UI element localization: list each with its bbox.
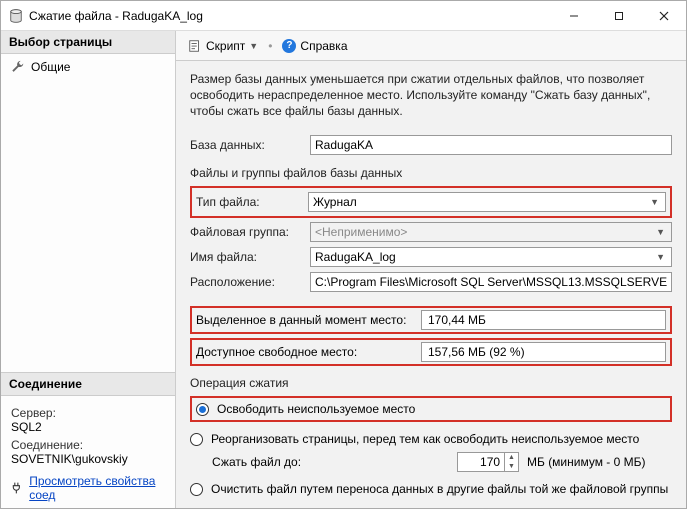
shrink-to-row: Сжать файл до: ▲▼ МБ (минимум - 0 МБ) (212, 450, 672, 478)
filename-select[interactable]: RadugaKA_log ▼ (310, 247, 672, 267)
pages-header: Выбор страницы (1, 31, 175, 54)
close-button[interactable] (641, 1, 686, 30)
script-label: Скрипт (206, 39, 245, 53)
shrink-to-input[interactable] (458, 453, 504, 471)
allocated-row: Выделенное в данный момент место: 170,44… (190, 306, 672, 334)
help-label: Справка (300, 39, 347, 53)
option-reorg-label: Реорганизовать страницы, перед тем как о… (211, 432, 672, 446)
file-type-value: Журнал (313, 195, 357, 209)
file-type-highlight: Тип файла: Журнал ▼ (190, 186, 672, 218)
title-bar: Сжатие файла - RadugaKA_log (1, 1, 686, 31)
files-section-label: Файлы и группы файлов базы данных (190, 166, 672, 180)
shrink-to-label: Сжать файл до: (212, 455, 301, 469)
plug-icon (11, 481, 23, 495)
file-type-select[interactable]: Журнал ▼ (308, 192, 666, 212)
connection-value: SOVETNIK\gukovskiy (11, 452, 165, 466)
database-icon (9, 9, 23, 23)
maximize-button[interactable] (596, 1, 641, 30)
pages-list: Общие (1, 54, 175, 372)
chevron-down-icon: ▼ (652, 252, 669, 262)
available-row: Доступное свободное место: 157,56 МБ (92… (190, 338, 672, 366)
server-label: Сервер: (11, 406, 165, 420)
toolbar: Скрипт ▼ • ? Справка (176, 31, 686, 61)
minimize-button[interactable] (551, 1, 596, 30)
filename-label: Имя файла: (190, 250, 310, 264)
shrink-to-suffix: МБ (минимум - 0 МБ) (527, 455, 646, 469)
left-panel: Выбор страницы Общие Соединение Сервер: … (1, 31, 176, 508)
window-controls (551, 1, 686, 30)
location-label: Расположение: (190, 275, 310, 289)
filename-value: RadugaKA_log (315, 250, 396, 264)
help-button[interactable]: ? Справка (278, 37, 351, 55)
view-connection-link[interactable]: Просмотреть свойства соед (29, 474, 165, 502)
radio-empty[interactable] (190, 483, 203, 496)
option-empty-label: Очистить файл путем переноса данных в др… (211, 482, 672, 496)
separator: • (268, 39, 272, 53)
spinner-buttons[interactable]: ▲▼ (504, 453, 518, 471)
option-release-label: Освободить неиспользуемое место (217, 402, 666, 416)
shrink-to-spinner[interactable]: ▲▼ (457, 452, 519, 472)
location-field[interactable] (310, 272, 672, 292)
connection-header: Соединение (1, 372, 175, 396)
page-general-label: Общие (31, 60, 70, 74)
chevron-down-icon: ▼ (249, 41, 258, 51)
radio-release[interactable] (196, 403, 209, 416)
option-empty-row[interactable]: Очистить файл путем переноса данных в др… (190, 478, 672, 500)
available-value: 157,56 МБ (92 %) (421, 342, 666, 362)
spin-down-icon[interactable]: ▼ (505, 462, 518, 471)
help-icon: ? (282, 39, 296, 53)
database-label: База данных: (190, 138, 310, 152)
radio-reorg[interactable] (190, 433, 203, 446)
content: Размер базы данных уменьшается при сжати… (176, 61, 686, 508)
filegroup-select: <Неприменимо> ▼ (310, 222, 672, 242)
available-label: Доступное свободное место: (196, 345, 421, 359)
database-field[interactable] (310, 135, 672, 155)
script-icon (188, 39, 202, 53)
option-release-row[interactable]: Освободить неиспользуемое место (190, 396, 672, 422)
filegroup-label: Файловая группа: (190, 225, 310, 239)
chevron-down-icon: ▼ (646, 197, 663, 207)
connection-label: Соединение: (11, 438, 165, 452)
server-value: SQL2 (11, 420, 165, 434)
spin-up-icon[interactable]: ▲ (505, 453, 518, 462)
script-button[interactable]: Скрипт ▼ (184, 37, 262, 55)
wrench-icon (11, 60, 25, 74)
database-row: База данных: (190, 134, 672, 156)
chevron-down-icon: ▼ (652, 227, 669, 237)
window-title: Сжатие файла - RadugaKA_log (29, 9, 551, 23)
view-connection-props[interactable]: Просмотреть свойства соед (11, 474, 165, 502)
option-reorg-row[interactable]: Реорганизовать страницы, перед тем как о… (190, 428, 672, 450)
allocated-value: 170,44 МБ (421, 310, 666, 330)
shrink-section-label: Операция сжатия (190, 376, 672, 390)
allocated-label: Выделенное в данный момент место: (196, 313, 421, 327)
filegroup-value: <Неприменимо> (315, 225, 407, 239)
right-panel: Скрипт ▼ • ? Справка Размер базы данных … (176, 31, 686, 508)
description-text: Размер базы данных уменьшается при сжати… (190, 71, 672, 120)
page-general[interactable]: Общие (1, 58, 175, 76)
file-type-label: Тип файла: (196, 195, 308, 209)
connection-info: Сервер: SQL2 Соединение: SOVETNIK\gukovs… (1, 396, 175, 508)
